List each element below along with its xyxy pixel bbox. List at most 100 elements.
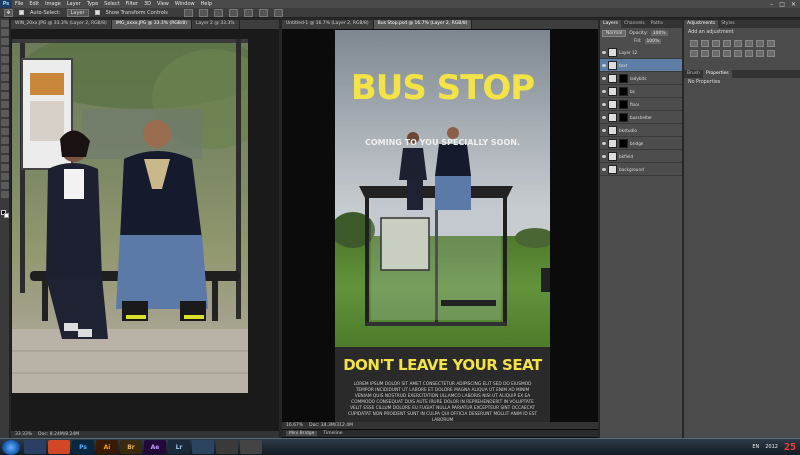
lasso-tool[interactable] — [1, 38, 9, 45]
align-left-icon[interactable] — [228, 8, 238, 17]
visibility-eye-icon[interactable] — [602, 102, 606, 106]
align-center-icon[interactable] — [243, 8, 253, 17]
minimize-button[interactable]: – — [770, 1, 773, 8]
brush-tool[interactable] — [1, 83, 9, 90]
move-tool[interactable] — [1, 20, 9, 27]
maximize-button[interactable]: □ — [779, 1, 785, 8]
pen-tool[interactable] — [1, 146, 9, 153]
layer-row[interactable]: floor — [600, 98, 682, 111]
properties-tab[interactable]: Properties — [703, 70, 732, 78]
layer-mask-thumbnail[interactable] — [619, 99, 628, 109]
color-lookup-icon[interactable] — [712, 50, 720, 57]
eyedropper-tool[interactable] — [1, 65, 9, 72]
color-balance-icon[interactable] — [756, 40, 764, 47]
auto-select-dropdown[interactable]: Layer — [66, 8, 89, 17]
menu-3d[interactable]: 3D — [141, 1, 154, 7]
path-selection-tool[interactable] — [1, 164, 9, 171]
taskbar-app-icon[interactable]: Ai — [96, 440, 118, 454]
dodge-tool[interactable] — [1, 137, 9, 144]
layers-tab[interactable]: Layers — [600, 20, 621, 28]
taskbar-app-icon[interactable] — [216, 440, 238, 454]
layer-row[interactable]: Layer 12 — [600, 46, 682, 59]
taskbar-app-icon[interactable]: Ae — [144, 440, 166, 454]
clock-widget[interactable]: 25 — [784, 442, 796, 453]
opacity-field[interactable]: 100% — [650, 31, 668, 36]
taskbar-app-icon[interactable] — [192, 440, 214, 454]
adjustments-tab[interactable]: Adjustments — [684, 20, 719, 28]
close-button[interactable]: ✕ — [791, 1, 796, 8]
layer-row[interactable]: bkstudio — [600, 124, 682, 137]
paths-tab[interactable]: Paths — [648, 20, 666, 28]
taskbar-app-icon[interactable] — [240, 440, 262, 454]
brush-tab[interactable]: Brush — [684, 70, 703, 78]
type-tool[interactable] — [1, 155, 9, 162]
layer-row[interactable]: bkfield — [600, 150, 682, 163]
menu-help[interactable]: Help — [198, 1, 215, 7]
visibility-eye-icon[interactable] — [602, 128, 606, 132]
black-white-icon[interactable] — [767, 40, 775, 47]
start-button-icon[interactable] — [2, 439, 20, 455]
channels-tab[interactable]: Channels — [621, 20, 648, 28]
visibility-eye-icon[interactable] — [602, 141, 606, 145]
foreground-background-color-icon[interactable] — [1, 210, 9, 218]
doc-tab-2[interactable]: IMG_xxxx.JPG @ 33.3% (RGB/8) — [111, 20, 193, 29]
align-bottom-icon[interactable] — [213, 8, 223, 17]
mini-bridge-tab[interactable]: Mini Bridge — [286, 431, 318, 436]
fill-field[interactable]: 100% — [644, 39, 662, 44]
language-indicator[interactable]: EN — [752, 444, 759, 450]
visibility-eye-icon[interactable] — [602, 115, 606, 119]
clone-stamp-tool[interactable] — [1, 92, 9, 99]
menu-image[interactable]: Image — [42, 1, 64, 7]
menu-edit[interactable]: Edit — [26, 1, 42, 7]
layer-mask-thumbnail[interactable] — [619, 73, 628, 83]
menu-window[interactable]: Window — [172, 1, 198, 7]
taskbar-app-icon[interactable]: Ps — [72, 440, 94, 454]
visibility-eye-icon[interactable] — [602, 154, 606, 158]
blur-tool[interactable] — [1, 128, 9, 135]
posterize-icon[interactable] — [734, 50, 742, 57]
gradient-map-icon[interactable] — [756, 50, 764, 57]
timeline-tab[interactable]: Timeline — [323, 431, 342, 436]
menu-file[interactable]: File — [12, 1, 26, 7]
layer-row[interactable]: ladybits — [600, 72, 682, 85]
layer-row[interactable]: busshelter — [600, 111, 682, 124]
taskbar-app-icon[interactable] — [48, 440, 70, 454]
invert-icon[interactable] — [723, 50, 731, 57]
zoom-tool[interactable] — [1, 191, 9, 198]
hand-tool[interactable] — [1, 182, 9, 189]
styles-tab[interactable]: Styles — [718, 20, 738, 28]
curves-icon[interactable] — [712, 40, 720, 47]
layer-mask-thumbnail[interactable] — [619, 86, 628, 96]
vibrance-icon[interactable] — [734, 40, 742, 47]
menu-layer[interactable]: Layer — [64, 1, 84, 7]
marquee-tool[interactable] — [1, 29, 9, 36]
visibility-eye-icon[interactable] — [602, 167, 606, 171]
layer-mask-thumbnail[interactable] — [619, 112, 628, 122]
auto-select-checkbox[interactable] — [19, 10, 24, 15]
doc-tab-1[interactable]: WIN_20xx.JPG @ 33.3% (Layer 2, RGB/8) — [11, 20, 112, 29]
eraser-tool[interactable] — [1, 110, 9, 117]
layer-mask-thumbnail[interactable] — [619, 138, 628, 148]
history-brush-tool[interactable] — [1, 101, 9, 108]
doc2-tab-2[interactable]: Bus Stop.psd @ 16.7% (Layer 2, RGB/8) — [373, 20, 473, 29]
move-tool-icon[interactable]: ✥ — [4, 8, 13, 17]
menu-type[interactable]: Type — [84, 1, 101, 7]
exposure-icon[interactable] — [723, 40, 731, 47]
doc-tab-3[interactable]: Layer 2 @ 33.3% — [192, 20, 240, 29]
align-middle-icon[interactable] — [198, 8, 208, 17]
menu-filter[interactable]: Filter — [123, 1, 141, 7]
rectangle-tool[interactable] — [1, 173, 9, 180]
healing-brush-tool[interactable] — [1, 74, 9, 81]
photo-filter-icon[interactable] — [690, 50, 698, 57]
layer-row[interactable]: bridge — [600, 137, 682, 150]
levels-icon[interactable] — [701, 40, 709, 47]
visibility-eye-icon[interactable] — [602, 63, 606, 67]
taskbar-app-icon[interactable]: Lr — [168, 440, 190, 454]
layer-row[interactable]: background — [600, 163, 682, 176]
blend-mode-dropdown[interactable]: Normal — [602, 30, 627, 37]
doc2-tab-1[interactable]: Untitled-1 @ 16.7% (Layer 2, RGB/8) — [282, 20, 374, 29]
quick-select-tool[interactable] — [1, 47, 9, 54]
doc2-zoom-level[interactable]: 16.67% — [286, 423, 303, 428]
crop-tool[interactable] — [1, 56, 9, 63]
channel-mixer-icon[interactable] — [701, 50, 709, 57]
